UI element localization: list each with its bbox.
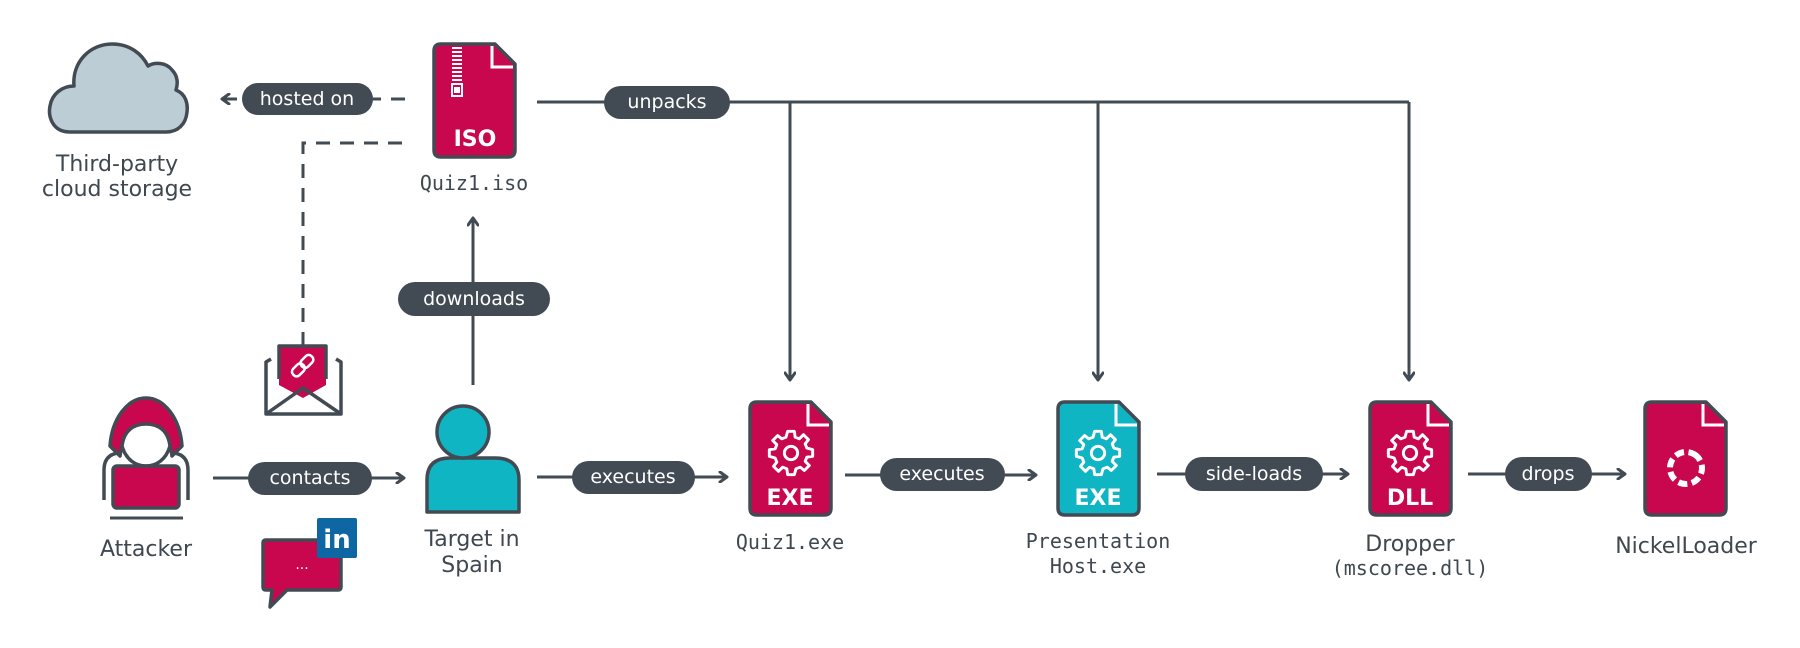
node-presentation-host: EXE Presentation Host.exe — [1026, 400, 1171, 578]
edge-label-side-loads: side-loads — [1185, 457, 1323, 491]
quiz-exe-badge: EXE — [766, 486, 813, 511]
node-nickelloader: NickelLoader — [1615, 400, 1758, 559]
edge-text-hosted-on: hosted on — [260, 88, 354, 110]
edge-label-executes-2: executes — [880, 458, 1005, 491]
exe-file-icon: EXE — [1056, 400, 1141, 517]
edge-label-hosted-on: hosted on — [242, 83, 373, 115]
iso-badge: ISO — [454, 127, 497, 152]
edge-label-contacts: contacts — [248, 462, 372, 495]
node-quiz1-iso: ISO Quiz1.iso — [420, 42, 528, 195]
node-dropper: DLL Dropper (mscoree.dll) — [1332, 400, 1489, 580]
cloud-icon — [47, 42, 189, 134]
edge-text-downloads: downloads — [423, 288, 525, 310]
linkedin-message-icon: ... in — [261, 518, 357, 609]
dropper-badge: DLL — [1387, 486, 1433, 511]
pres-host-badge: EXE — [1074, 486, 1121, 511]
person-icon — [425, 404, 521, 514]
loader-file-icon — [1643, 400, 1728, 517]
message-dots: ... — [295, 557, 308, 573]
edge-label-drops: drops — [1505, 457, 1592, 491]
node-cloud-storage: Third-party cloud storage — [42, 42, 192, 202]
email-link-icon — [264, 344, 343, 416]
edge-label-downloads: downloads — [398, 282, 550, 316]
edge-text-executes-2: executes — [899, 463, 984, 485]
quiz-exe-label: Quiz1.exe — [736, 530, 844, 554]
attacker-label: Attacker — [100, 537, 193, 562]
nickelloader-label: NickelLoader — [1615, 534, 1758, 559]
cloud-label-line1: Third-party — [55, 152, 178, 177]
dll-file-icon: DLL — [1368, 400, 1453, 517]
email-to-iso-dashed-line — [301, 141, 405, 346]
target-label-line1: Target in — [423, 527, 519, 552]
attack-chain-diagram: hosted on unpacks downloads contacts exe… — [42, 42, 1758, 609]
cloud-label-line2: cloud storage — [42, 177, 192, 202]
pres-host-label-line1: Presentation — [1026, 529, 1171, 553]
linkedin-badge: in — [323, 525, 350, 555]
edge-text-unpacks: unpacks — [627, 91, 706, 113]
node-target: Target in Spain — [423, 404, 521, 578]
target-label-line2: Spain — [441, 553, 502, 578]
pres-host-label-line2: Host.exe — [1050, 554, 1146, 578]
hooded-hacker-icon — [102, 396, 190, 520]
edge-text-executes-1: executes — [590, 466, 675, 488]
edge-text-side-loads: side-loads — [1206, 463, 1302, 485]
node-attacker: Attacker — [100, 396, 193, 562]
dropper-label-line1: Dropper — [1365, 532, 1455, 557]
edge-text-drops: drops — [1521, 463, 1574, 485]
iso-file-icon: ISO — [432, 42, 517, 159]
exe-file-icon: EXE — [748, 400, 833, 517]
iso-label: Quiz1.iso — [420, 171, 528, 195]
edge-label-unpacks: unpacks — [604, 86, 730, 119]
edge-label-executes-1: executes — [572, 461, 695, 494]
node-quiz1-exe: EXE Quiz1.exe — [736, 400, 844, 554]
edge-text-contacts: contacts — [269, 467, 350, 489]
dropper-label-line2: (mscoree.dll) — [1332, 556, 1489, 580]
